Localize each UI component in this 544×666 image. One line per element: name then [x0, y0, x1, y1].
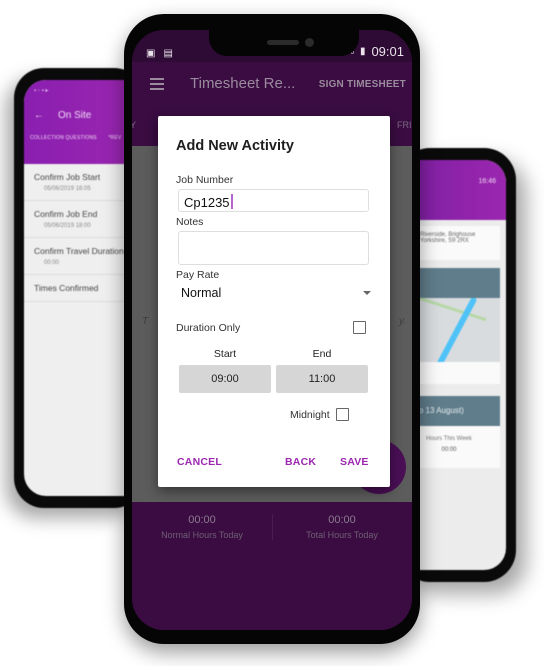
dropdown-arrow-icon [363, 291, 371, 295]
phone-notch [209, 30, 359, 56]
job-number-label: Job Number [176, 174, 234, 186]
pay-rate-select[interactable]: Normal [181, 286, 371, 300]
job-number-value: Cp1235 [184, 194, 233, 210]
total-hours-today: 00:00 Total Hours Today [272, 514, 412, 540]
left-phone-tab-2: *REV [108, 135, 122, 141]
front-camera [305, 38, 314, 47]
midnight-label: Midnight [290, 409, 330, 421]
back-button[interactable]: BACK [285, 456, 316, 468]
pay-rate-value: Normal [181, 286, 222, 300]
save-button[interactable]: SAVE [340, 456, 369, 468]
empty-hint-left: T [142, 316, 149, 327]
cancel-button[interactable]: CANCEL [177, 456, 222, 468]
tab-friday[interactable]: FRID [397, 120, 412, 130]
back-arrow-icon: ← [34, 110, 44, 121]
hamburger-menu-icon[interactable] [150, 78, 164, 93]
list-item-title: Times Confirmed [34, 283, 99, 293]
sign-timesheet-button[interactable]: SIGN TIMESHEET [319, 79, 406, 90]
total-hours-label: Total Hours Today [306, 530, 378, 540]
list-item-subtitle: 00:00 [44, 260, 60, 266]
job-number-text: Cp1235 [184, 195, 230, 210]
start-time-button[interactable]: 09:00 [179, 365, 271, 393]
file-x-icon: ▤ [163, 48, 173, 59]
hours-footer: 00:00 Normal Hours Today 00:00 Total Hou… [132, 502, 412, 630]
list-item-title: Confirm Job End [34, 209, 98, 219]
status-clock: 09:01 [371, 44, 404, 59]
empty-hint-right: y. [398, 316, 406, 327]
notes-input[interactable] [178, 231, 369, 265]
list-item-subtitle: 05/06/2019 16:05 [44, 186, 91, 192]
tab-day-partial-left[interactable]: Y [132, 120, 136, 130]
image-icon: ▣ [146, 48, 156, 59]
job-number-input[interactable]: Cp1235 [178, 189, 369, 212]
normal-hours-value: 00:00 [188, 514, 216, 526]
stage: ▪ ◦ ▪ ▸ ← On Site COLLECTION QUESTIONS *… [0, 0, 544, 666]
midnight-checkbox[interactable] [336, 408, 349, 421]
list-item-subtitle: 05/06/2019 18:00 [44, 223, 91, 229]
list-item-title: Confirm Job Start [34, 172, 101, 182]
list-item-title: Confirm Travel Duration [34, 246, 124, 256]
left-phone-tab: COLLECTION QUESTIONS [30, 135, 97, 141]
page-title: Timesheet Re... [190, 75, 296, 92]
dialog-title: Add New Activity [176, 138, 294, 154]
battery-icon: ▮ [359, 46, 366, 57]
notes-label: Notes [176, 216, 204, 228]
right-phone-clock: 16:46 [478, 178, 496, 185]
main-phone-screen: ▣ ▤ ✱ ⊠ ◠ ◢ 59% ▮ 09:01 Timesheet Re... … [132, 30, 412, 630]
end-time-button[interactable]: 11:00 [276, 365, 368, 393]
speaker-grille [267, 40, 299, 45]
normal-hours-today: 00:00 Normal Hours Today [132, 514, 272, 540]
end-label: End [312, 348, 332, 360]
status-bar-left: ▣ ▤ [146, 48, 173, 59]
pay-rate-label: Pay Rate [176, 269, 220, 281]
main-phone: ▣ ▤ ✱ ⊠ ◠ ◢ 59% ▮ 09:01 Timesheet Re... … [124, 14, 420, 644]
total-hours-value: 00:00 [328, 514, 356, 526]
left-phone-title: On Site [58, 110, 92, 121]
add-activity-dialog: Add New Activity Job Number Cp1235 Notes… [158, 116, 390, 487]
normal-hours-label: Normal Hours Today [161, 530, 243, 540]
text-caret [230, 194, 233, 209]
app-bar: Timesheet Re... SIGN TIMESHEET [132, 62, 412, 108]
duration-only-checkbox[interactable] [353, 321, 366, 334]
start-label: Start [213, 348, 237, 360]
duration-only-label: Duration Only [176, 322, 241, 334]
